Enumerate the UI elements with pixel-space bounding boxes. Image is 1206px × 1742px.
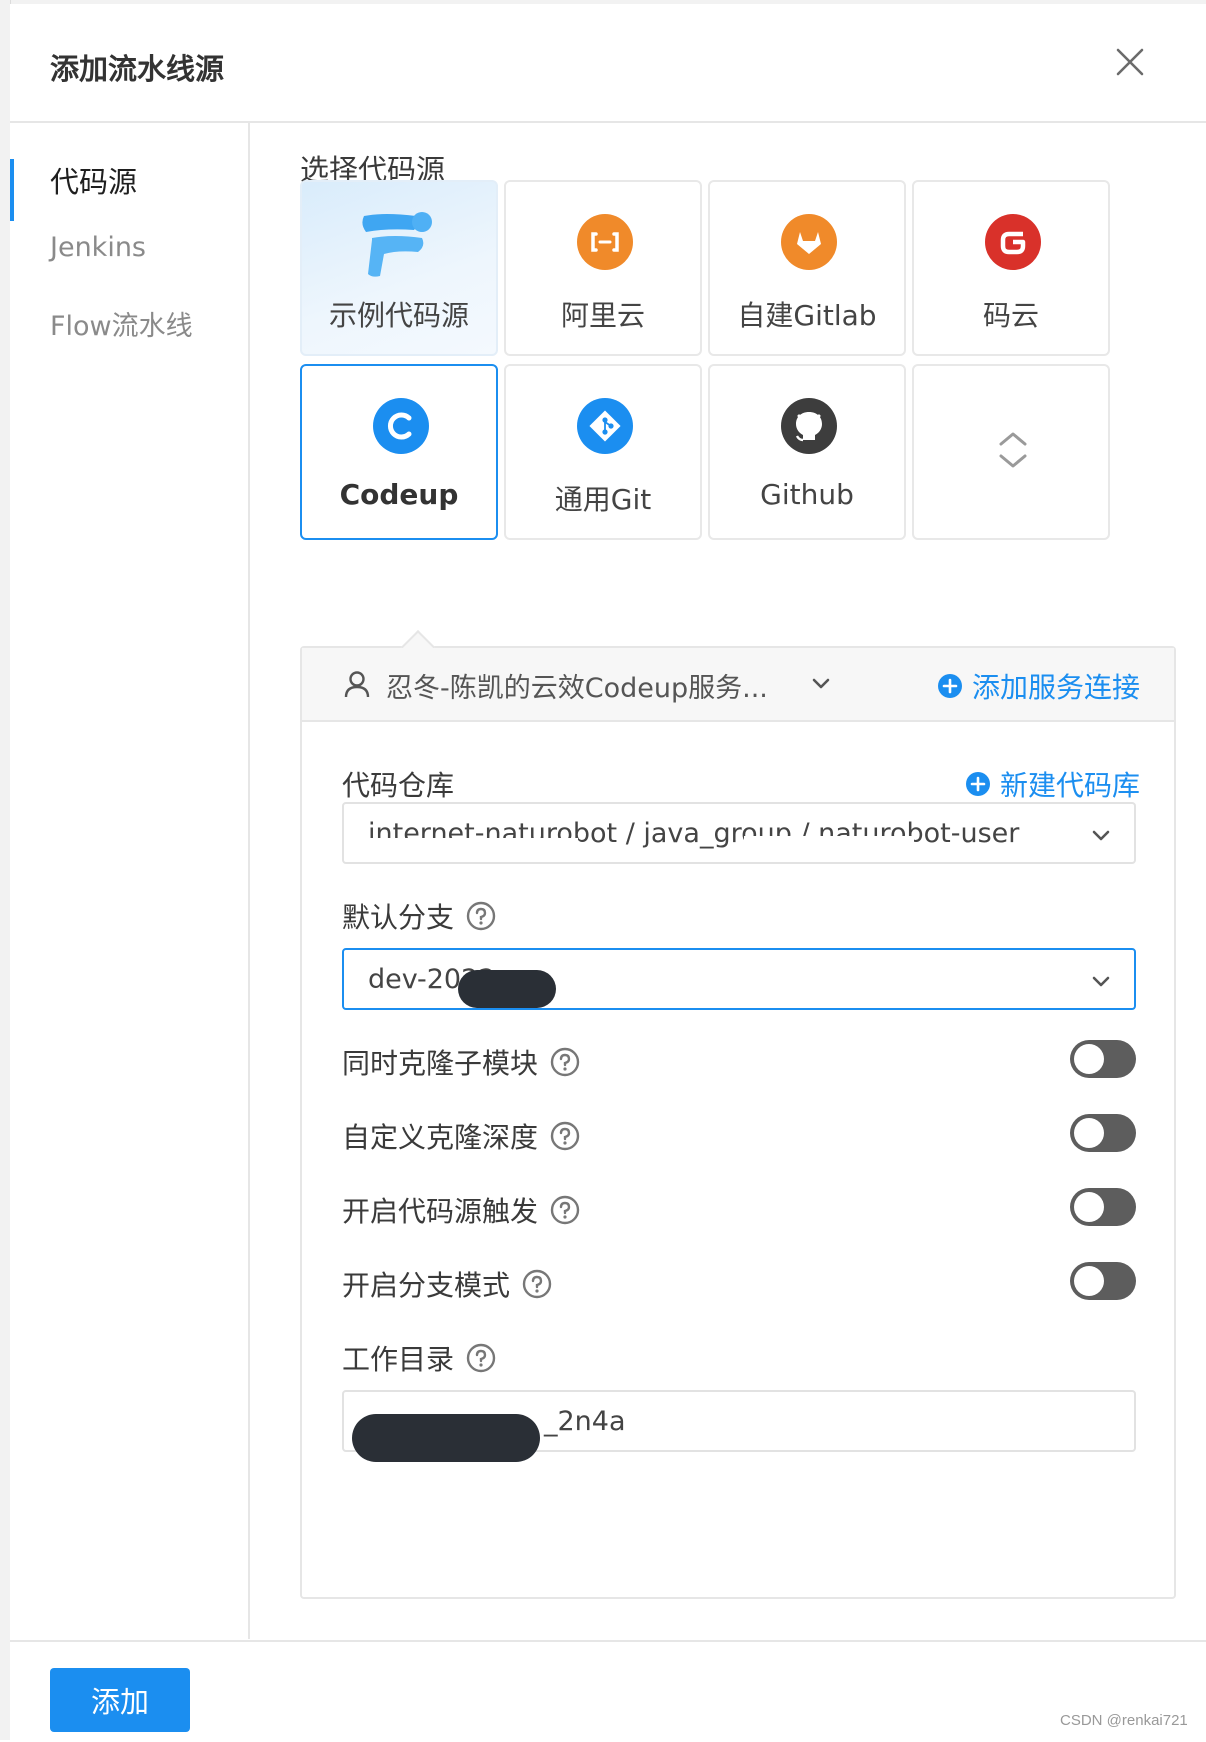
- help-icon[interactable]: [466, 901, 496, 931]
- sidebar-item-code-source[interactable]: 代码源: [50, 159, 137, 201]
- source-card-gitee[interactable]: 码云: [912, 180, 1110, 356]
- source-card-label: 通用Git: [554, 483, 652, 516]
- chevron-down-icon: [1092, 830, 1110, 841]
- add-pipeline-source-dialog: 添加流水线源 代码源 Jenkins Flow流水线 选择代码源 示例代码源 阿…: [10, 4, 1206, 1740]
- add-button[interactable]: 添加: [50, 1668, 190, 1732]
- source-card-more[interactable]: [912, 364, 1110, 540]
- watermark: CSDN @renkai721: [1060, 1712, 1188, 1729]
- source-card-demo[interactable]: 示例代码源: [300, 180, 498, 356]
- help-icon[interactable]: [522, 1269, 552, 1299]
- toggle-knob: [1074, 1266, 1104, 1296]
- dialog-footer: 添加: [10, 1640, 1206, 1742]
- add-service-connection-label: 添加服务连接: [971, 671, 1140, 704]
- workdir-label-text: 工作目录: [342, 1343, 455, 1376]
- sidebar-item-jenkins[interactable]: Jenkins: [50, 232, 146, 263]
- flow-logo-icon: [362, 212, 432, 277]
- branch-select[interactable]: dev-2022: [342, 948, 1136, 1010]
- source-card-github[interactable]: Github: [708, 364, 906, 540]
- main-content: 选择代码源 示例代码源 阿里云 自建Gitlab 码云 Codeup 通用Git…: [250, 123, 1206, 1639]
- redaction-mask: [744, 836, 914, 862]
- codeup-icon: [373, 398, 429, 454]
- plus-circle-icon: [965, 772, 990, 796]
- source-card-label: 阿里云: [560, 299, 645, 332]
- sidebar-item-flow[interactable]: Flow流水线: [50, 304, 193, 343]
- dialog-header: 添加流水线源: [10, 4, 1206, 123]
- toggle-label: 同时克隆子模块: [342, 1047, 539, 1080]
- source-trigger-toggle[interactable]: [1070, 1188, 1136, 1226]
- redaction-mask: [458, 970, 556, 1008]
- expand-collapse-icon: [999, 432, 1027, 468]
- repo-label: 代码仓库: [342, 764, 454, 804]
- user-icon: [344, 671, 370, 698]
- workdir-label: 工作目录: [342, 1338, 496, 1378]
- toggle-label: 开启代码源触发: [342, 1195, 539, 1228]
- new-repo-button[interactable]: 新建代码库: [965, 764, 1140, 804]
- source-card-label: Github: [760, 478, 854, 511]
- aliyun-icon: [577, 214, 633, 270]
- toggle-row-clone-depth: 自定义克隆深度: [342, 1116, 580, 1156]
- repo-label-text: 代码仓库: [342, 769, 455, 802]
- source-card-label: 码云: [982, 299, 1039, 332]
- source-card-aliyun[interactable]: 阿里云: [504, 180, 702, 356]
- help-icon[interactable]: [466, 1343, 496, 1373]
- plus-circle-icon: [937, 674, 962, 698]
- redaction-mask: [358, 838, 578, 862]
- branch-label: 默认分支: [342, 896, 496, 936]
- workdir-input[interactable]: _2n4a: [342, 1390, 1136, 1462]
- service-connection-bar: 忍冬-陈凯的云效Codeup服务... 添加服务连接: [302, 648, 1174, 722]
- add-service-connection-button[interactable]: 添加服务连接: [937, 666, 1140, 706]
- source-card-label: 示例代码源: [328, 299, 469, 332]
- gitlab-icon: [781, 214, 837, 270]
- service-connection-select[interactable]: 忍冬-陈凯的云效Codeup服务...: [386, 666, 768, 705]
- toggle-knob: [1074, 1118, 1104, 1148]
- redaction-mask: [352, 1414, 540, 1462]
- toggle-row-source-trigger: 开启代码源触发: [342, 1190, 580, 1230]
- new-repo-label: 新建代码库: [999, 769, 1140, 802]
- git-icon: [577, 398, 633, 454]
- source-card-label: 自建Gitlab: [737, 299, 877, 332]
- repo-select[interactable]: internet-naturobot / java_group / naturo…: [342, 802, 1136, 864]
- chevron-down-icon[interactable]: [810, 672, 832, 694]
- sidebar: 代码源 Jenkins Flow流水线: [10, 123, 250, 1639]
- source-card-codeup[interactable]: Codeup: [300, 364, 498, 540]
- toggle-knob: [1074, 1044, 1104, 1074]
- source-card-gitlab[interactable]: 自建Gitlab: [708, 180, 906, 356]
- gitee-icon: [985, 214, 1041, 270]
- help-icon[interactable]: [550, 1195, 580, 1225]
- codeup-config-panel: 忍冬-陈凯的云效Codeup服务... 添加服务连接 代码仓库 新建代码库 in…: [300, 630, 1176, 1599]
- chevron-down-icon: [1092, 976, 1110, 987]
- toggle-knob: [1074, 1192, 1104, 1222]
- dialog-title: 添加流水线源: [50, 52, 225, 86]
- help-icon[interactable]: [550, 1121, 580, 1151]
- toggle-label: 自定义克隆深度: [342, 1121, 539, 1154]
- submodules-toggle[interactable]: [1070, 1040, 1136, 1078]
- branch-label-text: 默认分支: [342, 901, 455, 934]
- github-icon: [781, 398, 837, 454]
- toggle-row-branch-mode: 开启分支模式: [342, 1264, 552, 1304]
- workdir-input-value: _2n4a: [544, 1406, 626, 1437]
- toggle-label: 开启分支模式: [342, 1269, 511, 1302]
- active-indicator: [10, 159, 14, 221]
- source-card-label: Codeup: [339, 478, 459, 511]
- branch-mode-toggle[interactable]: [1070, 1262, 1136, 1300]
- source-card-git[interactable]: 通用Git: [504, 364, 702, 540]
- clone-depth-toggle[interactable]: [1070, 1114, 1136, 1152]
- toggle-row-submodules: 同时克隆子模块: [342, 1042, 580, 1082]
- help-icon[interactable]: [550, 1047, 580, 1077]
- close-icon[interactable]: [1112, 44, 1148, 80]
